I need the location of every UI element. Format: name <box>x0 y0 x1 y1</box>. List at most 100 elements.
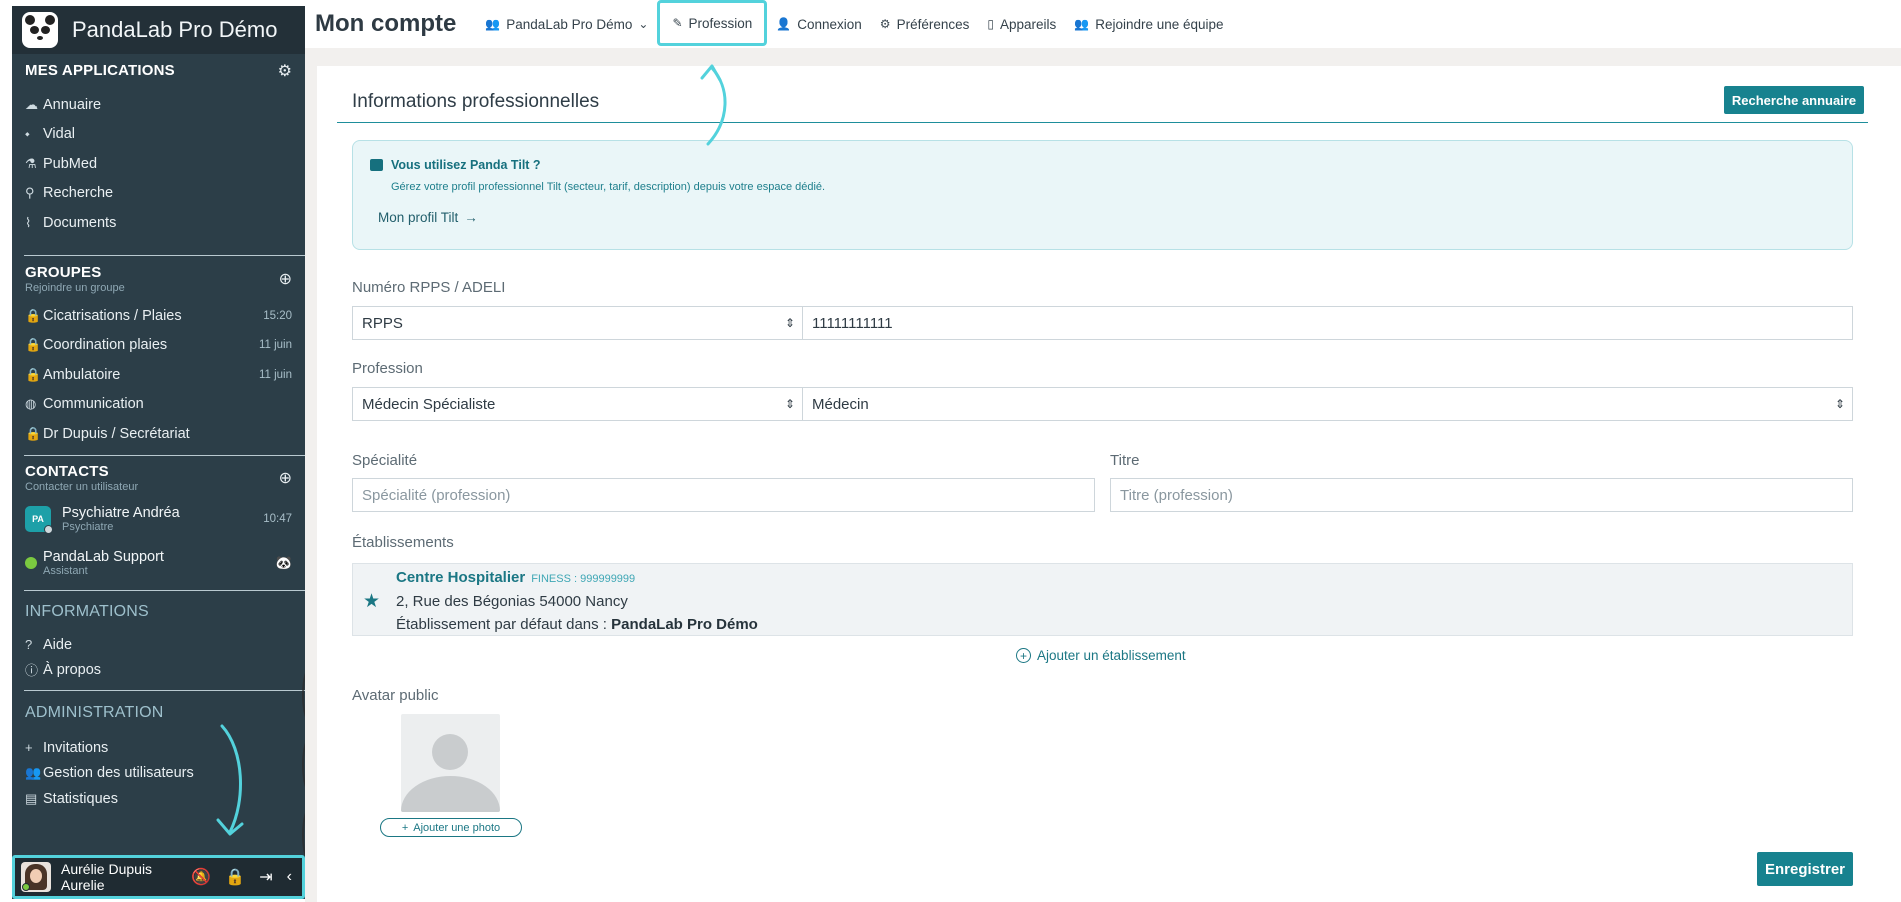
contact-user-link[interactable]: Contacter un utilisateur <box>25 481 138 493</box>
groups-section: GROUPES Rejoindre un groupe ⊕ 🔒 Cicatrisa… <box>12 262 305 449</box>
contact-item-support[interactable]: PandaLab Support Assistant 🐼 <box>12 543 305 583</box>
tilt-question: Vous utilisez Panda Tilt ? <box>391 158 541 172</box>
paperclip-icon: ⌇ <box>25 214 32 230</box>
info-icon: ⓘ <box>25 663 39 678</box>
user-footer: Aurélie Dupuis Aurelie 🔕 🔒 ⇥ ‹ <box>12 855 305 899</box>
contacts-section: CONTACTS Contacter un utilisateur ⊕ PA P… <box>12 461 305 583</box>
star-icon[interactable]: ★ <box>363 590 380 613</box>
user-name: Aurélie Dupuis <box>61 860 153 877</box>
specialite-input[interactable]: Spécialité (profession) <box>352 478 1095 512</box>
page-title: Mon compte <box>315 10 457 37</box>
topbar: Mon compte 👥 PandaLab Pro Démo ⌄ ✎ Professi… <box>315 0 1901 48</box>
tab-appareils[interactable]: ▯ Appareils <box>978 2 1065 46</box>
profession-select[interactable]: Médecin <box>802 387 1853 421</box>
flask-icon: ⚗ <box>25 155 37 171</box>
etablissement-address: 2, Rue des Bégonias 54000 Nancy <box>396 593 628 610</box>
recherche-annuaire-button[interactable]: Recherche annuaire <box>1724 86 1864 114</box>
tab-preferences[interactable]: ⚙ Préférences <box>871 2 979 46</box>
team-icon: 👥 <box>485 17 501 31</box>
avatar-label: Avatar public <box>352 687 439 704</box>
medical-bag-icon <box>370 159 383 171</box>
group-item[interactable]: ◍ Communication <box>12 390 305 420</box>
finess-number: FINESS : 999999999 <box>531 573 636 585</box>
specialite-label: Spécialité <box>352 452 418 469</box>
default-team: PandaLab Pro Démo <box>611 616 758 633</box>
tilt-description: Gérez votre profil professionnel Tilt (s… <box>391 181 826 193</box>
administration-title: ADMINISTRATION <box>25 704 164 721</box>
titre-input[interactable]: Titre (profession) <box>1110 478 1853 512</box>
pill-icon: ⬩ <box>25 126 30 142</box>
stats-icon: ▤ <box>25 790 38 806</box>
sidebar-item-a-propos[interactable]: ⓘ À propos <box>12 657 305 682</box>
brand-header[interactable]: PandaLab Pro Démo <box>12 6 305 54</box>
profession-label: Profession <box>352 360 423 377</box>
sidebar-item-gestion-utilisateurs[interactable]: 👥 Gestion des utilisateurs <box>12 761 305 787</box>
add-circle-icon[interactable]: ⊕ <box>279 269 292 289</box>
join-group-link[interactable]: Rejoindre un groupe <box>25 282 125 294</box>
plus-icon: + <box>401 821 409 834</box>
profession-category-select[interactable]: Médecin Spécialiste <box>352 387 803 421</box>
lock-icon[interactable]: 🔒 <box>225 867 245 887</box>
add-circle-icon[interactable]: ⊕ <box>279 468 292 488</box>
search-icon: ⚲ <box>25 185 35 201</box>
group-item[interactable]: 🔒 Cicatrisations / Plaies 15:20 <box>12 301 305 331</box>
sidebar-item-documents[interactable]: ⌇ Documents <box>12 208 305 238</box>
group-item[interactable]: 🔒 Dr Dupuis / Secrétariat <box>12 419 305 449</box>
sidebar-item-aide[interactable]: ? Aide <box>12 632 305 657</box>
logout-icon[interactable]: ⇥ <box>259 867 272 887</box>
group-item[interactable]: 🔒 Coordination plaies 11 juin <box>12 331 305 361</box>
divider <box>24 690 305 691</box>
informations-title: INFORMATIONS <box>25 603 149 620</box>
lock-icon: 🔒 <box>25 366 42 382</box>
etablissement-card[interactable]: ★ Centre Hospitalier FINESS : 999999999 2… <box>352 563 1853 636</box>
tilt-profile-link[interactable]: Mon profil Tilt → <box>378 210 478 225</box>
rpps-type-select[interactable]: RPPS <box>352 306 803 340</box>
add-photo-button[interactable]: + Ajouter une photo <box>380 818 522 837</box>
sidebar-item-vidal[interactable]: ⬩ Vidal <box>12 120 305 150</box>
informations-section: INFORMATIONS ? Aide ⓘ À propos <box>12 596 305 682</box>
tab-profession[interactable]: ✎ Profession <box>657 0 768 46</box>
public-avatar-placeholder <box>401 714 500 812</box>
sidebar-item-recherche[interactable]: ⚲ Recherche <box>12 179 305 209</box>
etablissements-label: Établissements <box>352 534 454 551</box>
contacts-title: CONTACTS <box>25 463 109 480</box>
globe-icon: ◍ <box>25 396 37 412</box>
group-item[interactable]: 🔒 Ambulatoire 11 juin <box>12 360 305 390</box>
lock-icon: 🔒 <box>25 337 42 353</box>
users-icon: 👥 <box>25 765 42 781</box>
app-name: PandaLab Pro Démo <box>72 17 278 42</box>
administration-section: ADMINISTRATION + Invitations 👥 Gestion des… <box>12 697 305 812</box>
divider <box>24 455 305 456</box>
apps-section: MES APPLICATIONS ⚙ ☁ Annuaire ⬩ Vidal ⚗ Pub… <box>12 56 305 238</box>
tab-team-selector[interactable]: 👥 PandaLab Pro Démo ⌄ <box>476 2 657 46</box>
account-tabs: 👥 PandaLab Pro Démo ⌄ ✎ Profession 👤 Connexi… <box>476 0 1232 48</box>
contact-avatar: PA <box>25 506 53 534</box>
cloud-icon: ☁ <box>25 96 38 112</box>
section-title: Informations professionnelles <box>352 91 600 112</box>
rpps-number-input[interactable]: 11111111111 <box>802 306 1853 340</box>
tab-connexion[interactable]: 👤 Connexion <box>767 2 871 46</box>
settings-icon[interactable]: ⚙ <box>278 61 292 81</box>
sidebar-item-invitations[interactable]: + Invitations <box>12 735 305 761</box>
apps-title: MES APPLICATIONS <box>25 62 175 79</box>
add-etablissement-link[interactable]: + Ajouter un établissement <box>1016 648 1186 663</box>
user-avatar[interactable] <box>21 862 51 892</box>
divider <box>24 255 305 256</box>
sidebar-item-annuaire[interactable]: ☁ Annuaire <box>12 90 305 120</box>
collapse-chevron-icon[interactable]: ‹ <box>287 868 292 886</box>
chevron-down-icon: ⌄ <box>638 17 649 31</box>
rpps-label: Numéro RPPS / ADELI <box>352 279 506 296</box>
sidebar-item-statistiques[interactable]: ▤ Statistiques <box>12 786 305 812</box>
save-button[interactable]: Enregistrer <box>1757 852 1853 886</box>
join-team-icon: 👥 <box>1074 17 1090 31</box>
tilt-info-box: Vous utilisez Panda Tilt ? Gérez votre p… <box>352 140 1853 250</box>
titre-label: Titre <box>1110 452 1140 469</box>
sidebar-item-pubmed[interactable]: ⚗ PubMed <box>12 149 305 179</box>
groups-title: GROUPES <box>25 264 102 281</box>
contact-item[interactable]: PA Psychiatre Andréa Psychiatre 10:47 <box>12 495 305 543</box>
annotation-arrow-down <box>216 724 244 836</box>
lock-icon: 🔒 <box>25 307 42 323</box>
phone-icon: ▯ <box>987 17 994 31</box>
tab-rejoindre-equipe[interactable]: 👥 Rejoindre une équipe <box>1065 2 1232 46</box>
bell-off-icon[interactable]: 🔕 <box>191 867 211 887</box>
